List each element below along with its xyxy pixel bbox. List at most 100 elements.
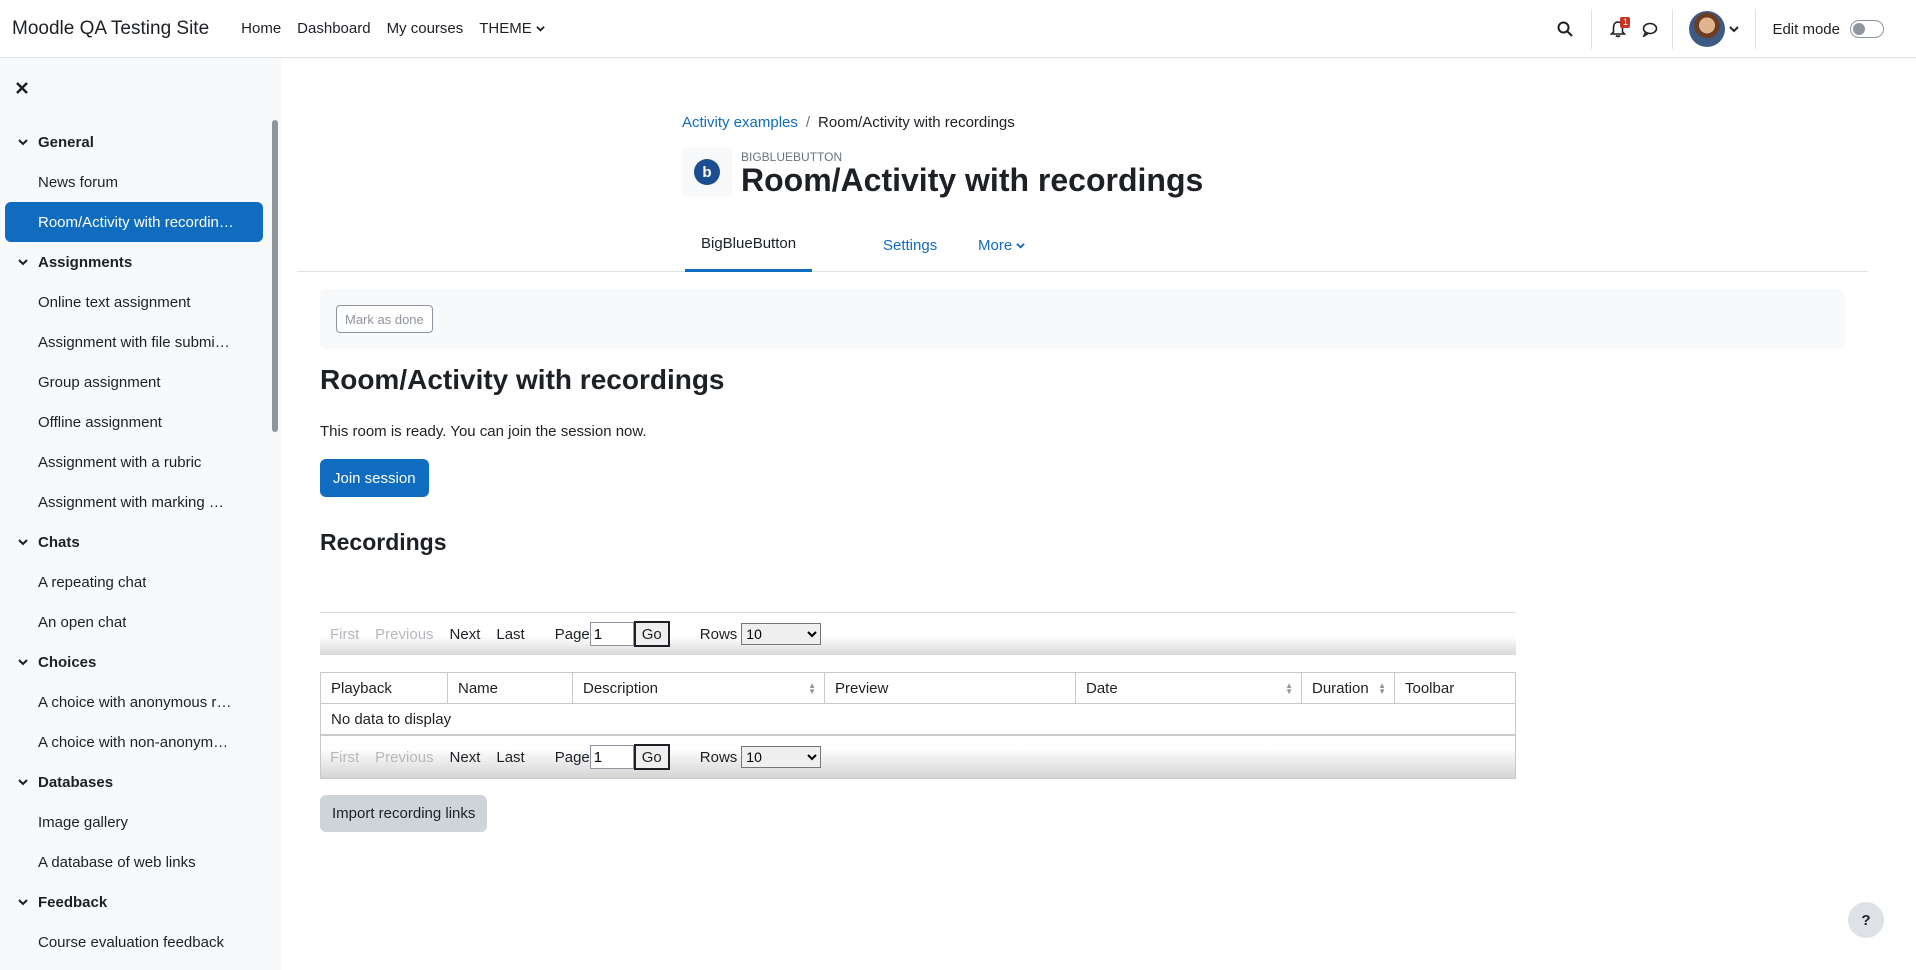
pager-rows-select[interactable]: 10 [741,623,822,645]
activity-completion-bar: Mark as done [320,289,1845,349]
pager-last[interactable]: Last [496,626,524,643]
bigbluebutton-icon: b [682,147,732,197]
column-header-toolbar[interactable]: Toolbar [1394,672,1516,704]
section-chats[interactable]: Chats [5,522,263,562]
pager-first[interactable]: First [330,626,359,643]
column-header-description[interactable]: Description ▲ ▼ [572,672,825,704]
chat-bubble-icon [1643,22,1658,37]
course-index-item[interactable]: A choice with non-anonymous results [5,722,263,762]
nav-dashboard[interactable]: Dashboard [289,20,378,37]
item-label: An open chat [38,613,127,631]
pager-last[interactable]: Last [496,749,524,766]
item-label: Image gallery [38,813,129,831]
close-drawer-button[interactable] [12,78,32,98]
item-label: Online text assignment [38,293,191,311]
pager-first[interactable]: First [330,749,359,766]
chevron-down-icon[interactable] [5,657,38,667]
tab-label: Settings [883,236,938,254]
import-recording-links-button[interactable]: Import recording links [320,795,488,832]
course-index-item[interactable]: A repeating chat [5,562,263,602]
pager-page-input[interactable] [589,745,634,769]
pager-next[interactable]: Next [450,626,481,643]
course-index-item[interactable]: News forum [5,162,263,202]
nav-my-courses[interactable]: My courses [379,20,472,37]
course-index-item[interactable]: Offline assignment [5,402,263,442]
section-feedback[interactable]: Feedback [5,882,263,922]
item-label: A choice with non-anonymous results [38,733,234,751]
course-index-item[interactable]: An open chat [5,602,263,642]
chevron-down-icon[interactable] [5,897,38,907]
course-index-item[interactable]: Course evaluation feedback [5,922,263,962]
tab-settings[interactable]: Settings [867,218,953,272]
recordings-heading: Recordings [320,529,447,555]
notifications-button[interactable]: 1 [1600,11,1636,47]
pager-page-label: Page [554,748,590,766]
course-index-drawer: General News forum Room/Activity with re… [0,58,281,970]
search-icon [1557,21,1574,37]
section-general[interactable]: General [5,122,263,162]
join-session-button[interactable]: Join session [320,459,429,497]
help-button[interactable]: ? [1848,902,1884,938]
avatar [1689,11,1726,47]
section-choices[interactable]: Choices [5,642,263,682]
edit-mode-toggle[interactable] [1850,20,1884,38]
course-index-item[interactable]: Image gallery [5,802,263,842]
close-icon [16,82,28,94]
chevron-down-icon[interactable] [5,137,38,147]
pager-previous[interactable]: Previous [375,749,433,766]
column-header-duration[interactable]: Duration ▲ ▼ [1301,672,1395,704]
drawer-scrollbar[interactable] [272,120,278,432]
recordings-pager-bottom: First Previous Next Last Page Go Rows 10 [320,735,1516,779]
section-title-label: Databases [38,773,114,791]
mark-as-done-button[interactable]: Mark as done [336,305,433,333]
course-index-item[interactable]: Assignment with a rubric [5,442,263,482]
item-label: News forum [38,173,119,191]
pager-page-input[interactable] [589,622,634,646]
chevron-down-icon [1016,242,1025,249]
item-label: A database of web links [38,853,196,871]
nav-home[interactable]: Home [233,20,289,37]
course-index-item[interactable]: A choice with anonymous results [5,682,263,722]
notification-count-badge: 1 [1620,17,1631,28]
edit-mode-control: Edit mode [1772,20,1884,38]
course-index-item[interactable]: A database of web links [5,842,263,882]
nav-theme-menu[interactable]: THEME [471,20,553,37]
course-index-item[interactable]: Online text assignment [5,282,263,322]
chevron-down-icon[interactable] [5,777,38,787]
column-header-date[interactable]: Date ▲ ▼ [1075,672,1302,704]
pager-rows-select[interactable]: 10 [741,746,822,768]
item-label: Course evaluation feedback [38,933,224,951]
course-index-item[interactable]: Group assignment [5,362,263,402]
column-header-playback[interactable]: Playback [320,672,448,704]
pager-previous[interactable]: Previous [375,626,433,643]
section-databases[interactable]: Databases [5,762,263,802]
breadcrumb-separator: / [805,114,811,131]
column-header-name[interactable]: Name [447,672,573,704]
course-index-item-active[interactable]: Room/Activity with recordings [5,202,263,242]
user-menu-toggle[interactable] [1689,11,1740,47]
chevron-down-icon[interactable] [5,537,38,547]
tab-bigbluebutton[interactable]: BigBlueButton [685,218,813,272]
item-label: Assignment with file submissions [38,333,234,351]
section-title-label: Assignments [38,253,133,271]
column-header-preview[interactable]: Preview [824,672,1076,704]
primary-navigation: Home Dashboard My courses THEME [233,20,553,37]
breadcrumb-parent-link[interactable]: Activity examples [682,114,798,131]
messages-button[interactable] [1636,11,1664,47]
site-name[interactable]: Moodle QA Testing Site [12,18,209,40]
item-label: A choice with anonymous results [38,693,234,711]
section-assignments[interactable]: Assignments [5,242,263,282]
course-index-item[interactable]: Assignment with marking workflow [5,482,263,522]
tab-more[interactable]: More [962,218,1041,272]
pager-next[interactable]: Next [450,749,481,766]
chevron-down-icon[interactable] [5,257,38,267]
empty-table-message: No data to display [320,703,1516,735]
search-button[interactable] [1547,11,1583,47]
sort-icon: ▲ ▼ [808,681,816,696]
course-index-item[interactable]: Assignment with file submissions [5,322,263,362]
recordings-table: Playback Name Description ▲ ▼ Preview Date… [320,672,1516,735]
pager-go-button[interactable]: Go [633,621,670,647]
pager-rows-label: Rows [699,625,738,643]
pager-go-button[interactable]: Go [633,744,670,770]
section-title-label: General [38,133,94,151]
